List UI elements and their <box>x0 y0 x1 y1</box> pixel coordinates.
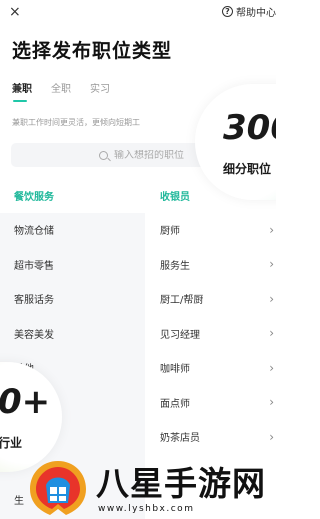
subcategory-list: 收银员 厨师 › 服务生 › 厨工/帮厨 › 见习经理 › 咖啡师 › 面点师 … <box>145 178 276 454</box>
subcategory-item[interactable]: 奶茶店员 › <box>145 420 276 455</box>
watermark-text: 八星手游网 <box>96 464 266 503</box>
category-item-retail[interactable]: 超市零售 <box>0 247 145 282</box>
subcategory-item[interactable]: 咖啡师 › <box>145 351 276 386</box>
tab-part-time[interactable]: 兼职 <box>12 80 32 102</box>
subcategory-item[interactable]: 厨师 › <box>145 213 276 248</box>
promo-badge-number: 0+ <box>0 382 51 422</box>
category-item-beauty[interactable]: 美容美发 <box>0 316 145 351</box>
chevron-right-icon: › <box>269 222 274 237</box>
watermark-logo-icon <box>30 461 86 515</box>
chevron-right-icon: › <box>269 291 274 306</box>
watermark: 八星手游网 www.lyshbx.com <box>28 455 268 519</box>
subcategory-label: 奶茶店员 <box>160 433 200 445</box>
subcategory-label: 服务生 <box>160 260 190 272</box>
help-center-button[interactable]: ? 帮助中心 <box>222 4 276 19</box>
chevron-right-icon: › <box>269 429 274 444</box>
chevron-right-icon: › <box>269 326 274 341</box>
screen: { "header": { "close_icon": "close-icon"… <box>0 0 276 519</box>
category-item-catering[interactable]: 餐饮服务 <box>0 178 145 213</box>
help-center-label: 帮助中心 <box>236 8 276 19</box>
subcategory-label: 厨工/帮厨 <box>160 295 204 307</box>
chevron-right-icon: › <box>269 395 274 410</box>
category-item-logistics[interactable]: 物流仓储 <box>0 213 145 248</box>
subcategory-item[interactable]: 厨工/帮厨 › <box>145 282 276 317</box>
promo-badge-caption: 行业 <box>0 436 23 450</box>
promo-badge-caption: 细分职位 <box>223 162 272 176</box>
chevron-right-icon: › <box>269 257 274 272</box>
chevron-right-icon: › <box>269 360 274 375</box>
search-icon <box>99 150 108 160</box>
subcategory-label: 面点师 <box>160 398 190 410</box>
promo-badge-number: 300 <box>223 108 276 148</box>
subcategory-label: 厨师 <box>160 226 180 238</box>
category-item-customer-service[interactable]: 客服话务 <box>0 282 145 317</box>
subcategory-label: 见习经理 <box>160 329 200 341</box>
subcategory-item[interactable]: 面点师 › <box>145 385 276 420</box>
partial-text: 生 <box>14 496 24 507</box>
subcategory-item[interactable]: 服务生 › <box>145 247 276 282</box>
subcategory-label: 收银员 <box>160 191 190 203</box>
subcategory-label: 咖啡师 <box>160 364 190 376</box>
subcategory-item[interactable]: 见习经理 › <box>145 316 276 351</box>
help-icon: ? <box>222 6 233 17</box>
page-title: 选择发布职位类型 <box>12 40 173 62</box>
watermark-url: www.lyshbx.com <box>98 504 195 514</box>
close-icon[interactable]: × <box>9 3 21 21</box>
tab-internship[interactable]: 实习 <box>90 80 110 102</box>
tab-description: 兼职工作时间更灵活，更倾向短期工 <box>12 118 140 127</box>
job-type-tabs: 兼职 全职 实习 <box>12 80 129 102</box>
tab-full-time[interactable]: 全职 <box>51 80 71 102</box>
